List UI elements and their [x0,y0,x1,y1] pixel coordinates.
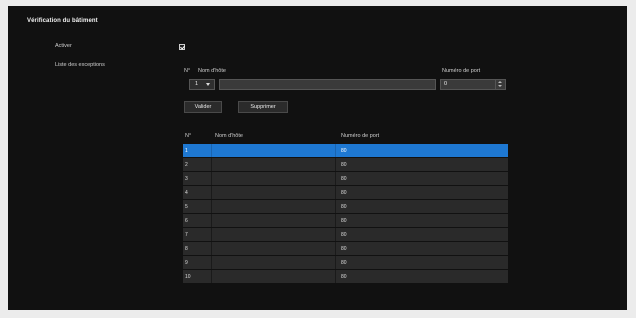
row-divider [211,200,212,213]
row-divider [335,144,336,157]
row-port: 80 [341,162,347,168]
row-divider [211,158,212,171]
row-no: 8 [185,246,188,252]
no-select[interactable]: 1 [189,79,215,90]
row-no: 9 [185,260,188,266]
row-divider [335,158,336,171]
table-row[interactable]: 2 80 [183,158,508,171]
add-button[interactable]: Valider [184,101,222,113]
table-row[interactable]: 3 80 [183,172,508,185]
section-title: Vérification du bâtiment [27,18,98,24]
row-divider [211,144,212,157]
row-no: 1 [185,148,188,154]
row-divider [335,200,336,213]
row-no: 3 [185,176,188,182]
col-host: Nom d'hôte [215,133,243,139]
table-body: 1 80 2 80 3 80 4 80 5 80 6 80 7 80 8 80 9 80 10 80 [183,144,508,283]
row-port: 80 [341,260,347,266]
row-no: 10 [185,274,191,280]
row-divider [335,186,336,199]
col-no: N° [185,133,192,139]
row-divider [211,172,212,185]
row-divider [335,270,336,283]
port-input-value: 0 [444,81,448,87]
row-port: 80 [341,246,347,252]
row-no: 4 [185,190,188,196]
row-divider [335,242,336,255]
row-divider [211,256,212,269]
delete-button[interactable]: Supprimer [238,101,288,113]
host-input[interactable] [219,79,436,90]
table-row[interactable]: 6 80 [183,214,508,227]
row-port: 80 [341,148,347,154]
table-row[interactable]: 4 80 [183,186,508,199]
table-header: N° Nom d'hôte Numéro de port [183,128,508,144]
row-divider [211,214,212,227]
row-divider [211,270,212,283]
row-port: 80 [341,190,347,196]
row-divider [211,242,212,255]
table-row[interactable]: 1 80 [183,144,508,157]
table-row[interactable]: 9 80 [183,256,508,269]
active-label: Activer [55,43,72,49]
row-divider [335,228,336,241]
col-port: Numéro de port [341,133,380,139]
host-header: Nom d'hôte [198,68,226,74]
row-divider [335,256,336,269]
row-no: 6 [185,218,188,224]
table-row[interactable]: 10 80 [183,270,508,283]
row-no: 7 [185,232,188,238]
exceptions-table: N° Nom d'hôte Numéro de port 1 80 2 80 3 80 4 8… [183,128,508,284]
table-row[interactable]: 8 80 [183,242,508,255]
port-header: Numéro de port [442,68,481,74]
no-header: N° [184,68,191,74]
row-divider [211,228,212,241]
row-port: 80 [341,274,347,280]
row-divider [335,172,336,185]
stepper-icon[interactable] [495,80,505,89]
row-no: 2 [185,162,188,168]
row-divider [335,214,336,227]
row-port: 80 [341,204,347,210]
exceptions-label: Liste des exceptions [55,62,105,68]
table-row[interactable]: 7 80 [183,228,508,241]
settings-panel: Vérification du bâtiment Activer Liste d… [8,6,627,310]
row-no: 5 [185,204,188,210]
row-port: 80 [341,218,347,224]
no-select-value: 1 [195,81,199,87]
chevron-down-icon [206,83,210,86]
row-divider [211,186,212,199]
active-checkbox[interactable] [179,44,185,50]
table-row[interactable]: 5 80 [183,200,508,213]
row-port: 80 [341,232,347,238]
row-port: 80 [341,176,347,182]
port-input[interactable]: 0 [440,79,506,90]
